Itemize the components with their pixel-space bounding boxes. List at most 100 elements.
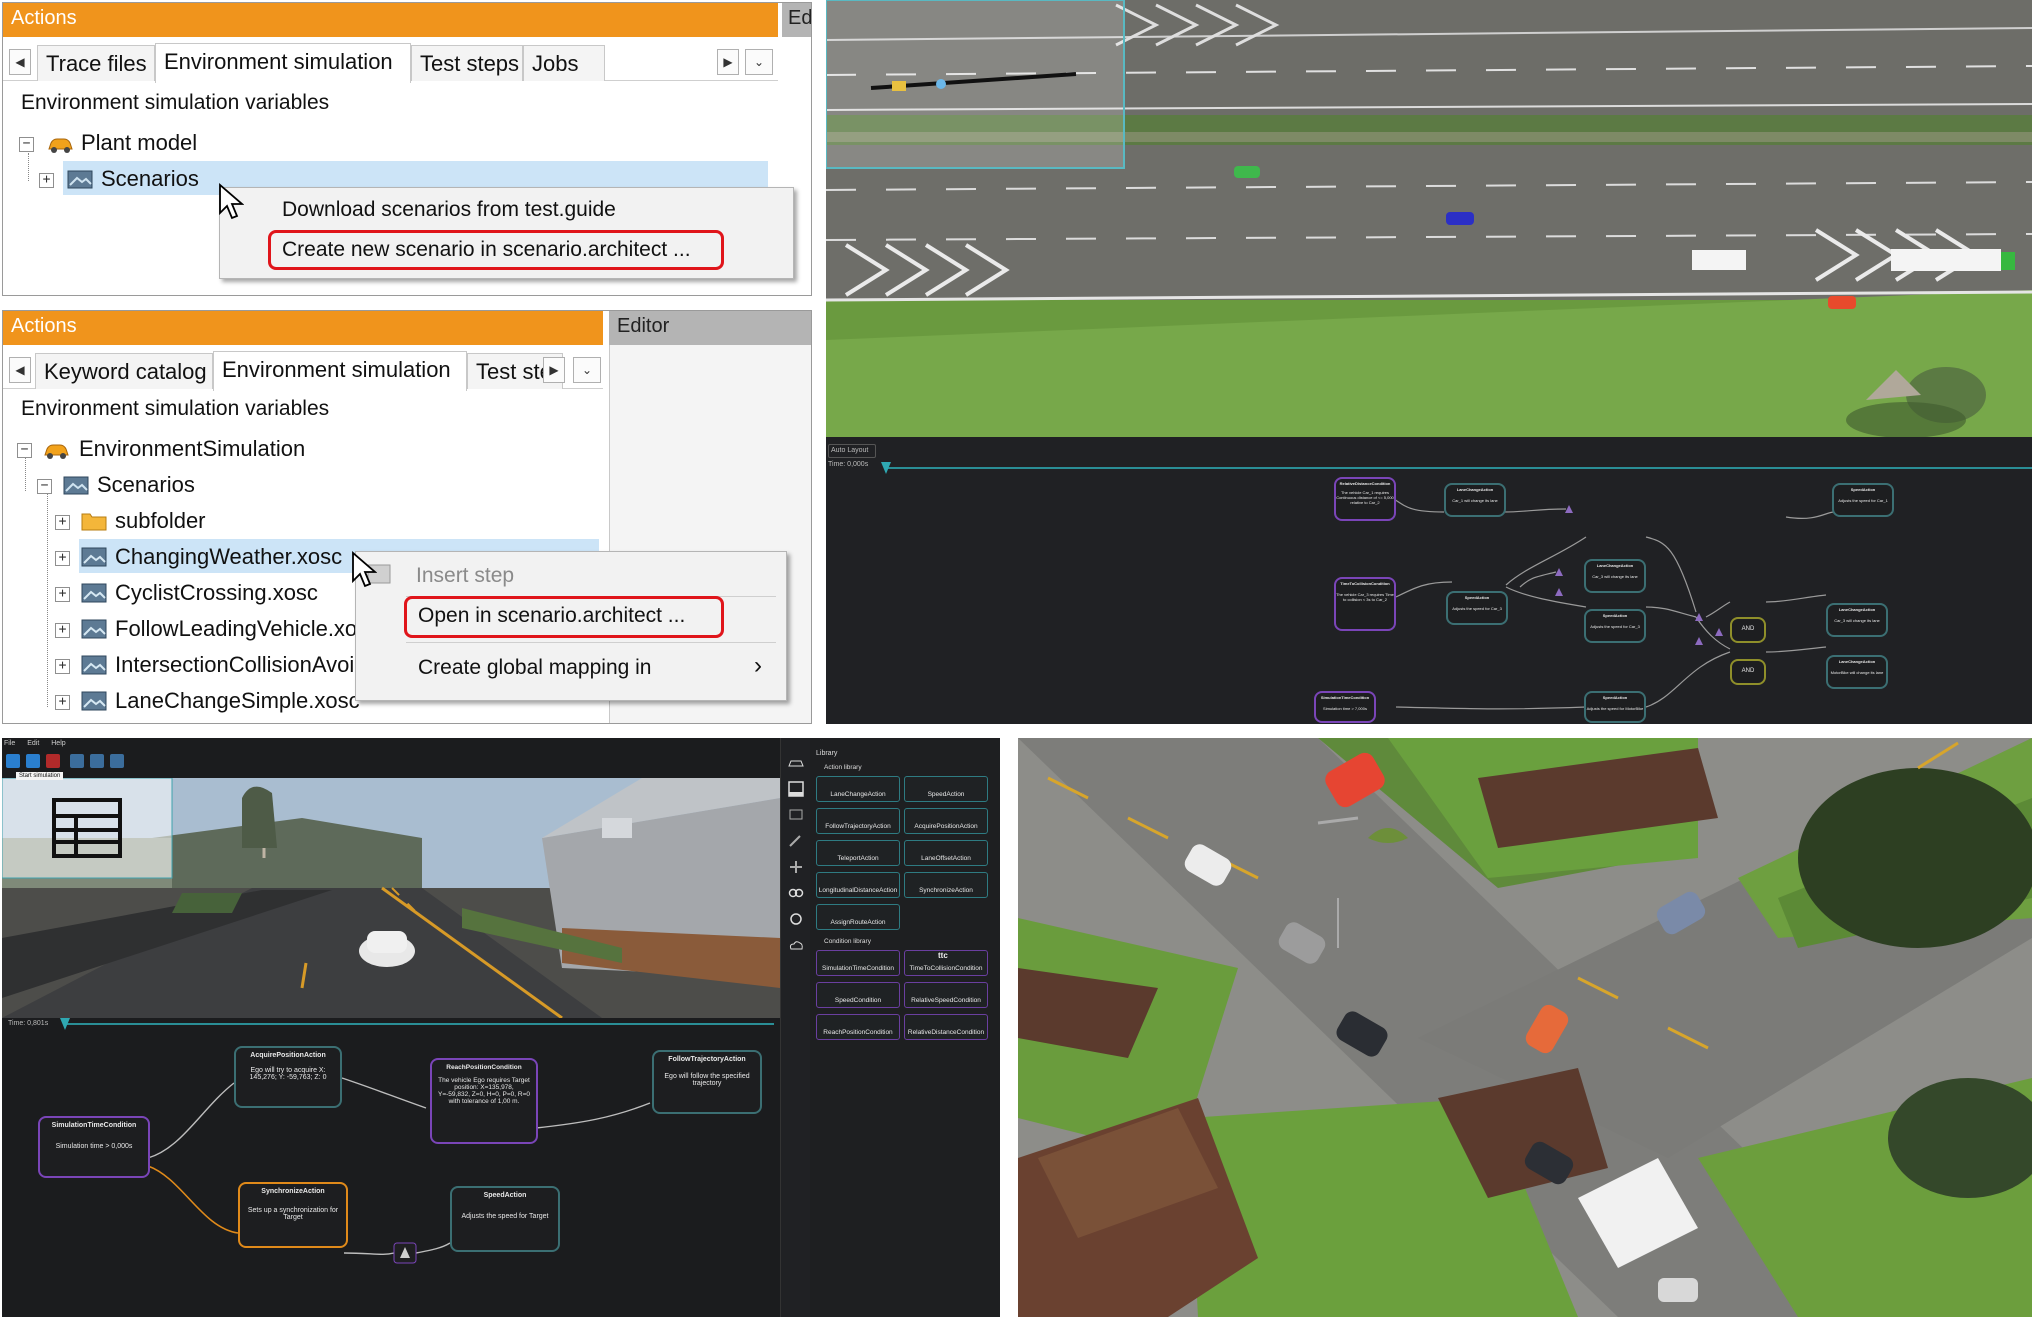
expander-lane-change-simple[interactable]: +: [55, 695, 70, 710]
tree-item-plant-model[interactable]: Plant model: [81, 127, 197, 159]
expander-follow-leading-vehicle[interactable]: +: [55, 623, 70, 638]
tree-item-follow-leading-vehicle[interactable]: FollowLeadingVehicle.xo: [115, 613, 357, 645]
lib-synchronize-action[interactable]: SynchronizeAction: [904, 872, 988, 898]
tool-button-2[interactable]: [90, 754, 104, 768]
move-icon[interactable]: [788, 860, 804, 874]
lib-speed-condition[interactable]: SpeedCondition: [816, 982, 900, 1008]
node-body: Adjusts the speed for MotorBike: [1586, 706, 1644, 711]
tab-test-steps[interactable]: Test steps: [411, 45, 523, 81]
link-icon[interactable]: [788, 886, 804, 900]
lib-simulation-time-condition[interactable]: SimulationTimeCondition: [816, 950, 900, 976]
tab-trace-files[interactable]: Trace files: [37, 45, 155, 81]
menu-create-global-mapping[interactable]: Create global mapping in: [418, 656, 651, 680]
tab-scroll-left[interactable]: ◀: [9, 357, 31, 383]
node-relative-distance-condition[interactable]: RelativeDistanceCondition The vehicle Ca…: [1334, 477, 1396, 521]
expander-scenarios[interactable]: −: [37, 479, 52, 494]
node-time-to-collision-condition[interactable]: TimeToCollisionCondition The vehicle Car…: [1334, 577, 1396, 631]
tree-item-cyclist-crossing[interactable]: CyclistCrossing.xosc: [115, 577, 318, 609]
tab-environment-simulation[interactable]: Environment simulation: [213, 351, 467, 391]
toolbar: [6, 754, 146, 770]
node-synchronize-action[interactable]: SynchronizeAction Sets up a synchronizat…: [238, 1182, 348, 1248]
tab-dropdown[interactable]: ⌄: [745, 49, 773, 75]
node-speed-action[interactable]: SpeedAction Adjusts the speed for Target: [450, 1186, 560, 1252]
node-lane-change-action-4[interactable]: LaneChangeAction MotorBike will change i…: [1826, 655, 1888, 689]
lib-follow-trajectory-action[interactable]: FollowTrajectoryAction: [816, 808, 900, 834]
menu-download-scenarios[interactable]: Download scenarios from test.guide: [282, 198, 616, 222]
tab-scroll-left[interactable]: ◀: [9, 49, 31, 75]
vehicle-icon[interactable]: [788, 756, 804, 770]
lib-teleport-action[interactable]: TeleportAction: [816, 840, 900, 866]
expander-cyclist-crossing[interactable]: +: [55, 587, 70, 602]
node-follow-trajectory-action[interactable]: FollowTrajectoryAction Ego will follow t…: [652, 1050, 762, 1114]
lib-longitudinal-distance-action[interactable]: LongitudinalDistanceAction: [816, 872, 900, 898]
weather-icon[interactable]: [788, 938, 804, 952]
node-reach-position-condition[interactable]: ReachPositionCondition The vehicle Ego r…: [430, 1058, 538, 1144]
tree-item-scenarios[interactable]: Scenarios: [101, 163, 199, 195]
context-menu-1: Download scenarios from test.guide Creat…: [219, 187, 794, 279]
node-and-2[interactable]: AND: [1730, 659, 1766, 685]
library-panel: Library Action library LaneChangeAction …: [810, 738, 1000, 1317]
tree-item-lane-change-simple[interactable]: LaneChangeSimple.xosc: [115, 685, 360, 717]
tab-scroll-right[interactable]: ▶: [717, 49, 739, 75]
lib-reach-position-condition[interactable]: ReachPositionCondition: [816, 1014, 900, 1040]
tool-button-1[interactable]: [70, 754, 84, 768]
node-title: ReachPositionCondition: [446, 1064, 522, 1071]
lib-assign-route-action[interactable]: AssignRouteAction: [816, 904, 900, 930]
pause-button[interactable]: [26, 754, 40, 768]
image-icon: [81, 583, 107, 603]
expander-plant-model[interactable]: −: [19, 137, 34, 152]
menu-help[interactable]: Help: [51, 740, 65, 747]
tree-item-environment-simulation[interactable]: EnvironmentSimulation: [79, 433, 305, 465]
library-icon[interactable]: [787, 780, 805, 798]
tab-keyword-catalog[interactable]: Keyword catalog: [35, 353, 213, 389]
node-speed-action-3[interactable]: SpeedAction Adjusts the speed for Car_3: [1584, 609, 1646, 643]
tab-environment-simulation[interactable]: Environment simulation: [155, 43, 411, 83]
refresh-icon[interactable]: [788, 912, 804, 926]
node-lane-change-action-1[interactable]: LaneChangeAction Car_1 will change its l…: [1444, 483, 1506, 517]
node-speed-action-2[interactable]: SpeedAction Adjusts the speed for Car_3: [1446, 591, 1508, 625]
node-title: RelativeDistanceCondition: [1339, 481, 1391, 486]
mouse-cursor: [352, 551, 377, 588]
record-button[interactable]: [46, 754, 60, 768]
condition-library-header[interactable]: Condition library: [824, 938, 871, 945]
menu-edit[interactable]: Edit: [27, 740, 39, 747]
bus-icon[interactable]: [788, 808, 804, 822]
tree-item-subfolder[interactable]: subfolder: [115, 505, 206, 537]
tab-jobs[interactable]: Jobs: [523, 45, 605, 81]
tree-item-scenarios[interactable]: Scenarios: [97, 469, 195, 501]
node-lane-change-action-3[interactable]: LaneChangeAction Car_3 will change its l…: [1826, 603, 1888, 637]
expander-intersection-collision[interactable]: +: [55, 659, 70, 674]
node-speed-action-4[interactable]: SpeedAction Adjusts the speed for MotorB…: [1584, 691, 1646, 723]
node-body: The vehicle Car_1 requires Continuous di…: [1336, 490, 1394, 505]
node-body: Simulation time > 7,000s: [1323, 706, 1367, 711]
tree-item-changing-weather[interactable]: ChangingWeather.xosc: [115, 541, 342, 573]
expander-subfolder[interactable]: +: [55, 515, 70, 530]
node-acquire-position-action[interactable]: AcquirePositionAction Ego will try to ac…: [234, 1046, 342, 1108]
node-lane-change-action-2[interactable]: LaneChangeAction Car_3 will change its l…: [1584, 559, 1646, 593]
lib-acquire-position-action[interactable]: AcquirePositionAction: [904, 808, 988, 834]
node-simulation-time-condition[interactable]: SimulationTimeCondition Simulation time …: [1314, 691, 1376, 723]
play-button[interactable]: [6, 754, 20, 768]
tab-scroll-right[interactable]: ▶: [543, 357, 565, 383]
intersection-scene: [1018, 738, 2032, 1317]
car-green: [1234, 166, 1260, 178]
submenu-arrow-icon: ›: [754, 652, 762, 679]
lib-lane-change-action[interactable]: LaneChangeAction: [816, 776, 900, 802]
lib-speed-action[interactable]: SpeedAction: [904, 776, 988, 802]
menu-file[interactable]: File: [4, 740, 15, 747]
expander-environment-simulation[interactable]: −: [17, 443, 32, 458]
node-simulation-time-condition[interactable]: SimulationTimeCondition Simulation time …: [38, 1116, 150, 1178]
tool-button-3[interactable]: [110, 754, 124, 768]
tab-dropdown[interactable]: ⌄: [573, 357, 601, 383]
lib-relative-speed-condition[interactable]: RelativeSpeedCondition: [904, 982, 988, 1008]
lib-lane-offset-action[interactable]: LaneOffsetAction: [904, 840, 988, 866]
expander-scenarios[interactable]: +: [39, 173, 54, 188]
expander-changing-weather[interactable]: +: [55, 551, 70, 566]
lib-relative-distance-condition[interactable]: RelativeDistanceCondition: [904, 1014, 988, 1040]
node-and-1[interactable]: AND: [1730, 617, 1766, 643]
action-library-header[interactable]: Action library: [824, 764, 862, 771]
node-speed-action-1[interactable]: SpeedAction Adjusts the speed for Car_1: [1832, 483, 1894, 517]
pen-icon[interactable]: [788, 834, 804, 848]
tree-item-intersection-collision[interactable]: IntersectionCollisionAvoi: [115, 649, 354, 681]
timeline-bar[interactable]: [64, 1023, 774, 1025]
